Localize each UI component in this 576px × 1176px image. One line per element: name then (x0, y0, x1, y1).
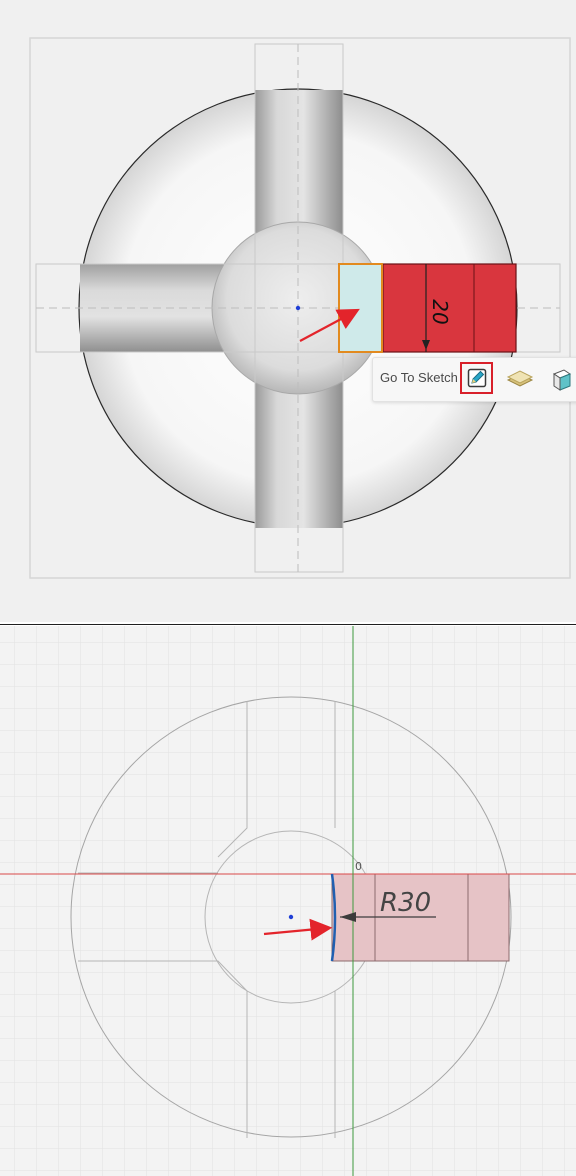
divider-line (0, 624, 576, 625)
sketch-canvas[interactable]: R30 0 (0, 626, 576, 1176)
go-to-sketch-label: Go To Sketch (380, 370, 458, 385)
sketch-viewport[interactable]: R30 0 (0, 626, 576, 1176)
model-canvas[interactable]: 20 (0, 0, 576, 622)
origin-label: 0 (355, 860, 362, 873)
highlighted-face[interactable] (338, 263, 383, 353)
edit-sketch-icon (467, 368, 487, 388)
dimension-20-label[interactable]: 20 (428, 299, 452, 324)
sketch-plane-icon[interactable] (506, 366, 534, 390)
model-viewport[interactable]: 20 Go To Sketch (0, 0, 576, 622)
sketch-center-point (288, 914, 294, 920)
extrude-icon[interactable] (549, 366, 575, 392)
context-toolbar: Go To Sketch (372, 357, 576, 402)
origin-point (295, 305, 301, 311)
go-to-sketch-button[interactable] (460, 362, 493, 394)
radius-dimension-label[interactable]: R30 (380, 888, 431, 918)
